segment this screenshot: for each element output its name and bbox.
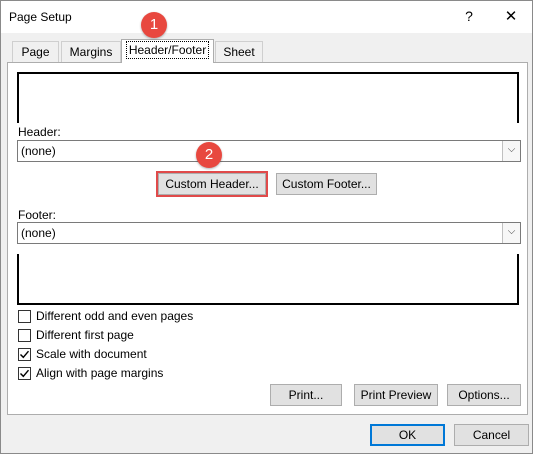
- header-label: Header:: [18, 125, 61, 139]
- dialog-title: Page Setup: [9, 10, 72, 24]
- options-button[interactable]: Options...: [447, 384, 521, 406]
- header-select[interactable]: (none) ⌵: [17, 140, 521, 162]
- tab-sheet-label: Sheet: [223, 45, 255, 59]
- tab-header-footer-label: Header/Footer: [125, 41, 210, 59]
- tab-sheet[interactable]: Sheet: [215, 41, 263, 62]
- chevron-down-icon[interactable]: ⌵: [502, 223, 520, 243]
- help-icon[interactable]: ?: [459, 8, 479, 24]
- checkbox-box[interactable]: [18, 366, 31, 380]
- footer-select[interactable]: (none) ⌵: [17, 222, 521, 244]
- checkbox-box[interactable]: [18, 347, 31, 361]
- footer-preview: [17, 254, 519, 305]
- step-2-badge: 2: [196, 142, 222, 168]
- checkbox-align-with-margins[interactable]: Align with page margins: [18, 366, 163, 380]
- tab-page-label: Page: [21, 45, 50, 59]
- header-preview: [17, 72, 519, 123]
- chevron-down-icon[interactable]: ⌵: [502, 141, 520, 161]
- checkbox-different-first-page[interactable]: Different first page: [18, 328, 134, 342]
- print-preview-button[interactable]: Print Preview: [354, 384, 438, 406]
- check-icon: [20, 369, 30, 377]
- footer-label: Footer:: [18, 208, 57, 222]
- checkbox-label: Different first page: [36, 328, 134, 342]
- close-icon[interactable]: ✕: [501, 7, 521, 25]
- step-1-badge: 1: [141, 12, 167, 38]
- checkbox-label: Align with page margins: [36, 366, 164, 380]
- checkbox-scale-with-document[interactable]: Scale with document: [18, 347, 147, 361]
- footer-select-value: (none): [21, 226, 56, 240]
- title-bar: Page Setup ? ✕: [1, 1, 532, 33]
- custom-footer-button[interactable]: Custom Footer...: [276, 173, 377, 195]
- tab-page[interactable]: Page: [12, 41, 59, 62]
- checkbox-different-odd-even[interactable]: Different odd and even pages: [18, 309, 193, 323]
- tab-header-footer[interactable]: Header/Footer: [121, 39, 214, 63]
- checkbox-label: Scale with document: [36, 347, 147, 361]
- header-footer-panel: Header: (none) ⌵ Custom Header... Custom…: [7, 62, 528, 415]
- tab-margins-label: Margins: [69, 45, 113, 59]
- tab-margins[interactable]: Margins: [61, 41, 121, 62]
- checkbox-label: Different odd and even pages: [36, 309, 194, 323]
- ok-button[interactable]: OK: [370, 424, 445, 446]
- custom-header-highlight: [156, 171, 268, 197]
- check-icon: [20, 350, 30, 358]
- checkbox-box[interactable]: [18, 328, 31, 342]
- header-select-value: (none): [21, 144, 56, 158]
- checkbox-box[interactable]: [18, 309, 31, 323]
- cancel-button[interactable]: Cancel: [454, 424, 529, 446]
- print-button[interactable]: Print...: [270, 384, 342, 406]
- page-setup-dialog: Page Setup ? ✕ Page Margins Header/Foote…: [0, 0, 533, 454]
